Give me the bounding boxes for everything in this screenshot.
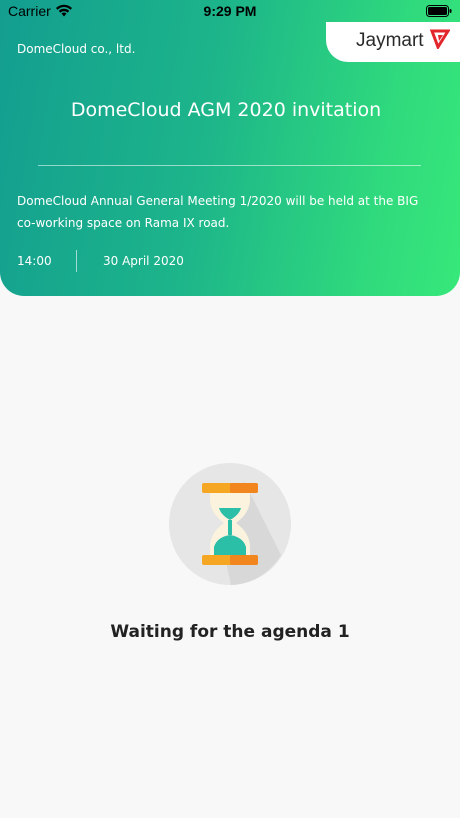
- brand-logo: Jaymart: [326, 22, 460, 62]
- status-bar: Carrier 9:29 PM: [0, 0, 460, 22]
- brand-name: Jaymart: [356, 30, 424, 51]
- brand-mark-icon: [429, 29, 451, 53]
- time-date-separator: [76, 250, 77, 272]
- hourglass-icon: [169, 463, 291, 589]
- company-name: DomeCloud co., ltd.: [17, 42, 136, 56]
- invitation-description: DomeCloud Annual General Meeting 1/2020 …: [17, 194, 419, 230]
- waiting-message: Waiting for the agenda 1: [110, 622, 350, 642]
- invitation-header: Carrier 9:29 PM DomeCloud co., ltd. Jaym…: [0, 0, 460, 296]
- meeting-time: 14:00: [17, 254, 52, 268]
- invitation-title: DomeCloud AGM 2020 invitation: [70, 99, 382, 121]
- battery-icon: [426, 5, 452, 21]
- header-divider: [38, 165, 421, 166]
- meeting-date: 30 April 2020: [103, 254, 184, 268]
- clock-label: 9:29 PM: [203, 3, 257, 19]
